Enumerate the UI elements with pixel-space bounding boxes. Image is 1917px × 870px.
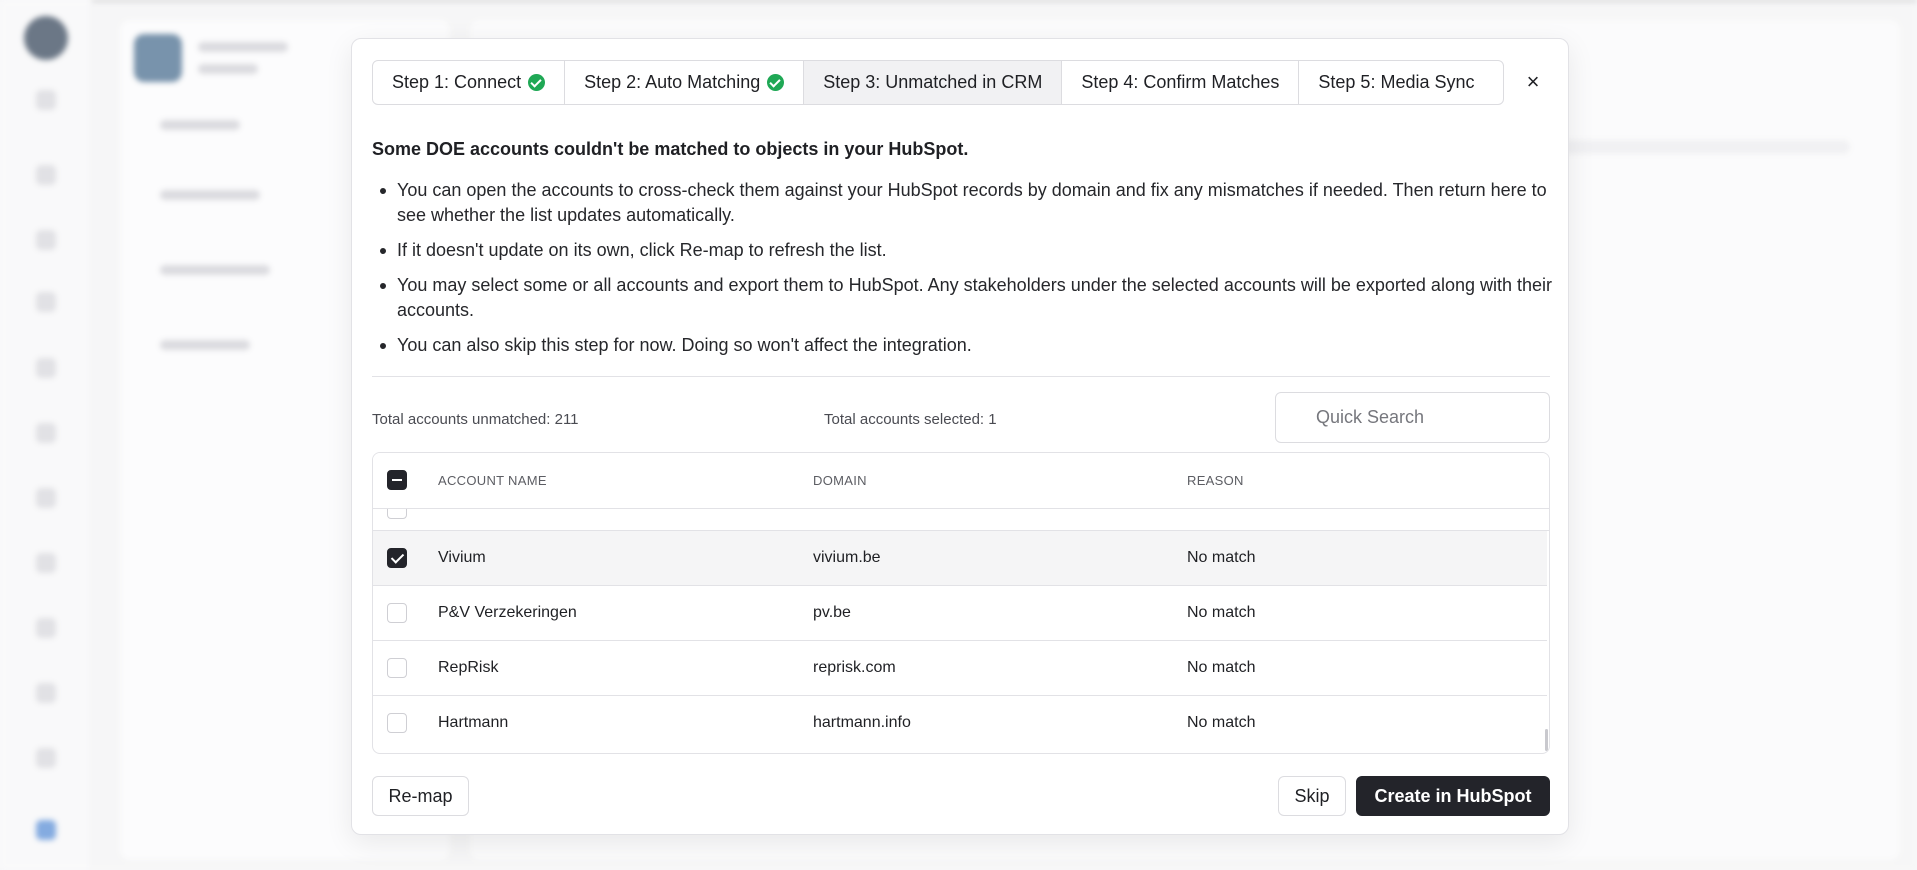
check-circle-icon [767, 74, 785, 91]
step-label: Step 5: Media Sync [1318, 72, 1475, 92]
table-row[interactable]: RepRisk reprisk.com No match [373, 641, 1547, 696]
row-checkbox[interactable] [387, 509, 407, 519]
modal-heading: Some DOE accounts couldn't be matched to… [372, 139, 969, 159]
account-name: P&V Verzekeringen [438, 604, 577, 621]
match-reason: No match [1187, 549, 1256, 566]
check-circle-icon [528, 74, 546, 91]
account-domain: reprisk.com [813, 659, 896, 676]
table-row-partial [373, 509, 1549, 531]
quick-search-input[interactable] [1275, 392, 1550, 443]
table-row[interactable]: Hartmann hartmann.info No match [373, 696, 1547, 751]
row-checkbox[interactable] [387, 548, 407, 568]
account-domain: pv.be [813, 604, 851, 621]
account-name: Vivium [438, 549, 486, 566]
column-header-reason[interactable]: REASON [1187, 473, 1244, 488]
remap-button[interactable]: Re-map [372, 776, 469, 816]
tab-step-5[interactable]: Step 5: Media Sync [1299, 61, 1493, 104]
select-all-checkbox[interactable] [387, 470, 407, 490]
instruction-item: You can also skip this step for now. Doi… [372, 333, 1552, 358]
account-domain: hartmann.info [813, 714, 911, 731]
skip-button[interactable]: Skip [1278, 776, 1346, 816]
step-label: Step 4: Confirm Matches [1081, 72, 1280, 92]
column-header-domain[interactable]: DOMAIN [813, 473, 867, 488]
instruction-item: You may select some or all accounts and … [372, 273, 1552, 323]
account-domain: vivium.be [813, 549, 881, 566]
table-scrollbar[interactable] [1545, 729, 1548, 751]
step-label: Step 1: Connect [392, 72, 522, 92]
unmatched-accounts-table: ACCOUNT NAME DOMAIN REASON Vivium vivium… [372, 452, 1550, 754]
selected-count: Total accounts selected: 1 [824, 411, 997, 428]
step-label: Step 2: Auto Matching [584, 72, 761, 92]
match-reason: No match [1187, 659, 1256, 676]
table-header: ACCOUNT NAME DOMAIN REASON [373, 453, 1549, 509]
row-checkbox[interactable] [387, 603, 407, 623]
close-icon[interactable]: × [1518, 67, 1548, 97]
row-checkbox[interactable] [387, 713, 407, 733]
tab-step-4[interactable]: Step 4: Confirm Matches [1062, 61, 1300, 104]
instructions: Some DOE accounts couldn't be matched to… [372, 139, 1552, 368]
row-checkbox[interactable] [387, 658, 407, 678]
instruction-list: You can open the accounts to cross-check… [372, 178, 1552, 358]
stepper: Step 1: Connect Step 2: Auto Matching St… [372, 60, 1504, 105]
account-name: Hartmann [438, 714, 509, 731]
unmatched-count: Total accounts unmatched: 211 [372, 411, 579, 428]
match-reason: No match [1187, 714, 1256, 731]
instruction-item: If it doesn't update on its own, click R… [372, 238, 1552, 263]
tab-step-1[interactable]: Step 1: Connect [373, 61, 566, 104]
tab-step-2[interactable]: Step 2: Auto Matching [565, 61, 805, 104]
tab-step-3[interactable]: Step 3: Unmatched in CRM [804, 61, 1063, 104]
integration-modal: Step 1: Connect Step 2: Auto Matching St… [351, 38, 1569, 835]
column-header-account-name[interactable]: ACCOUNT NAME [438, 473, 547, 488]
table-row[interactable]: P&V Verzekeringen pv.be No match [373, 586, 1547, 641]
table-row[interactable]: Vivium vivium.be No match [373, 531, 1547, 586]
create-in-hubspot-button[interactable]: Create in HubSpot [1356, 776, 1550, 816]
match-reason: No match [1187, 604, 1256, 621]
account-name: RepRisk [438, 659, 499, 676]
instruction-item: You can open the accounts to cross-check… [372, 178, 1552, 228]
step-label: Step 3: Unmatched in CRM [823, 72, 1043, 92]
divider [372, 376, 1550, 377]
